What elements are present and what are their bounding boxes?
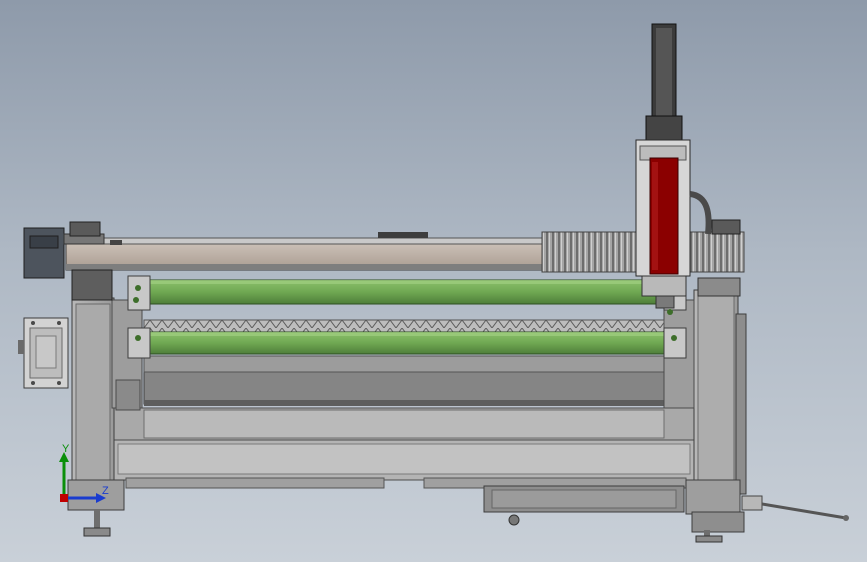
lower-roller [127,327,687,359]
bed-panel [143,355,665,406]
x-axis-origin-icon [60,494,68,502]
lower-rack [143,319,665,333]
base-frame [111,407,697,489]
bottom-drawer [483,485,685,526]
machine-model[interactable]: Y Z [0,0,867,562]
cad-viewport[interactable]: Y Z [0,0,867,562]
left-control-box [18,317,69,389]
triad-z-label: Z [102,485,109,497]
upper-roller [127,275,687,315]
leveling-foot-left [83,510,111,537]
crank-handle [741,495,849,521]
triad-y-label: Y [62,443,70,455]
